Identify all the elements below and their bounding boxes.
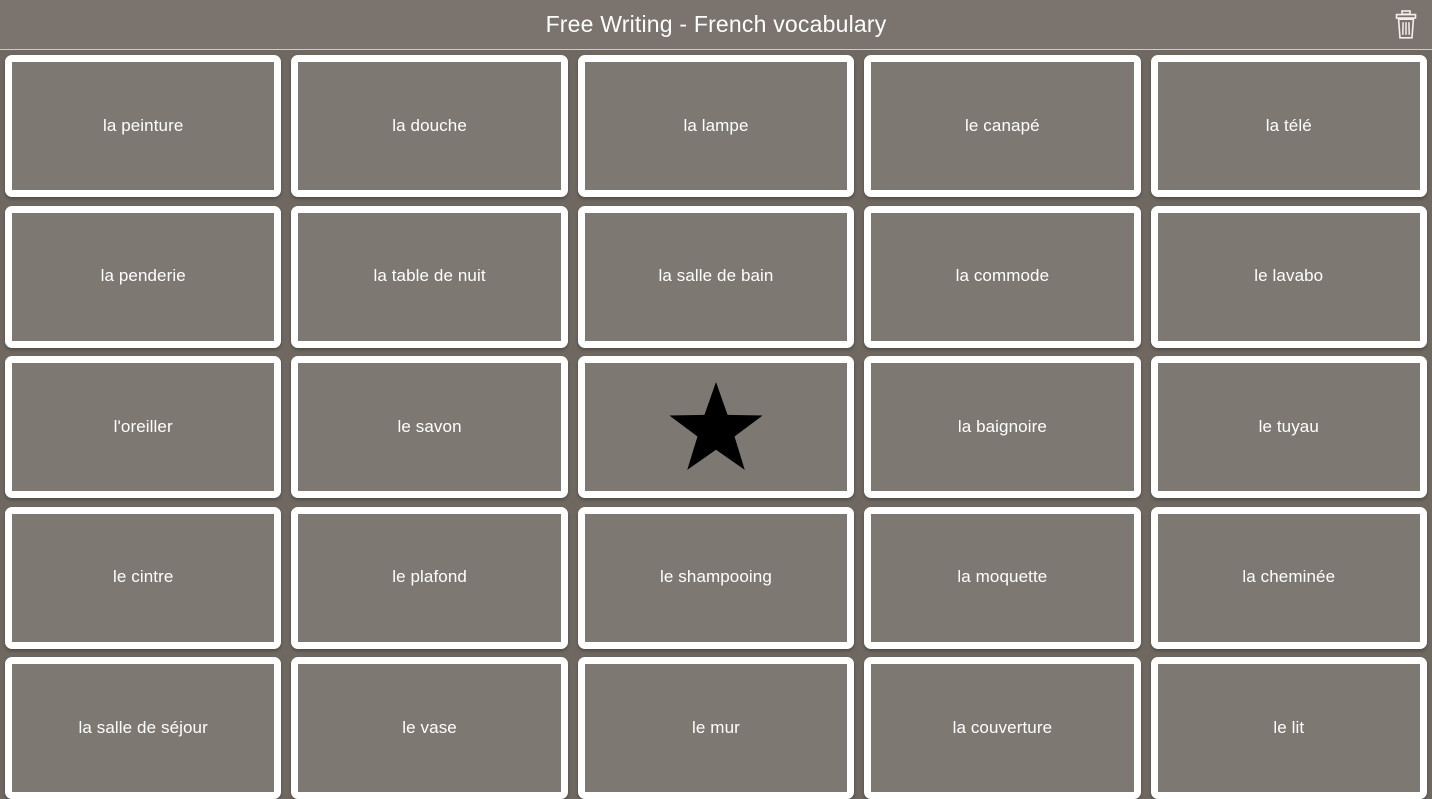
card-label: la commode [955, 266, 1050, 286]
card-cell: la penderie [0, 202, 286, 353]
card-label: la moquette [957, 567, 1048, 587]
trash-button[interactable] [1391, 8, 1421, 42]
card-label: le cintre [112, 567, 174, 587]
page-title: Free Writing - French vocabulary [545, 11, 887, 37]
card-label: le lavabo [1254, 266, 1324, 286]
card-label: la salle de séjour [78, 717, 208, 737]
card-cell: le tuyau [1146, 352, 1432, 503]
vocabulary-card[interactable]: le tuyau [1150, 356, 1427, 499]
card-label: le canapé [965, 115, 1040, 135]
card-cell: la peinture [0, 51, 286, 202]
card-cell: la douche [286, 51, 572, 202]
vocabulary-card[interactable]: le shampooing [577, 506, 855, 649]
card-cell: le shampooing [573, 503, 859, 654]
card-cell: le cintre [0, 503, 286, 654]
vocabulary-card[interactable]: le mur [577, 657, 855, 799]
card-cell: le plafond [286, 503, 572, 654]
trash-icon [1394, 9, 1418, 40]
card-label: le shampooing [660, 567, 772, 587]
card-cell: la salle de bain [573, 202, 859, 353]
card-cell: l'oreiller [0, 352, 286, 503]
star-icon [585, 363, 847, 491]
card-label: la télé [1265, 115, 1312, 135]
card-cell: le mur [573, 653, 859, 799]
card-cell: la commode [859, 202, 1145, 353]
card-cell: la moquette [859, 503, 1145, 654]
vocabulary-card-star[interactable] [577, 356, 855, 499]
card-cell: la couverture [859, 653, 1145, 799]
vocabulary-card[interactable]: la lampe [577, 55, 855, 198]
card-label: le plafond [392, 567, 467, 587]
card-cell: la salle de séjour [0, 653, 286, 799]
vocabulary-card[interactable]: le vase [291, 657, 568, 799]
vocabulary-card[interactable]: la peinture [5, 55, 282, 198]
card-label: la table de nuit [373, 266, 486, 286]
vocabulary-card[interactable]: le canapé [864, 55, 1141, 198]
card-cell: le lit [1146, 653, 1432, 799]
vocabulary-card[interactable]: le savon [291, 356, 568, 499]
vocabulary-card-grid: la peinture la douche la lampe le canapé la … [0, 51, 1432, 799]
card-label: la peinture [102, 115, 184, 135]
card-label: le tuyau [1258, 416, 1319, 436]
vocabulary-card[interactable]: le plafond [291, 506, 568, 649]
card-cell: le lavabo [1146, 202, 1432, 353]
card-label: la penderie [100, 266, 186, 286]
card-label: le mur [692, 717, 740, 737]
vocabulary-card[interactable]: l'oreiller [5, 356, 282, 499]
vocabulary-card[interactable]: la commode [864, 205, 1141, 348]
vocabulary-card[interactable]: le lit [1150, 657, 1427, 799]
vocabulary-card[interactable]: la cheminée [1150, 506, 1427, 649]
vocabulary-card[interactable]: la salle de séjour [5, 657, 282, 799]
vocabulary-card[interactable]: la moquette [864, 506, 1141, 649]
card-label: la douche [392, 115, 467, 135]
card-label: le savon [397, 416, 462, 436]
card-cell: le vase [286, 653, 572, 799]
card-cell: le savon [286, 352, 572, 503]
card-cell: la baignoire [859, 352, 1145, 503]
card-label: la salle de bain [658, 266, 774, 286]
card-label: la lampe [683, 115, 749, 135]
vocabulary-card[interactable]: la table de nuit [291, 205, 568, 348]
header-bar: Free Writing - French vocabulary [0, 0, 1432, 50]
vocabulary-card[interactable]: le lavabo [1150, 205, 1427, 348]
vocabulary-card[interactable]: la salle de bain [577, 205, 855, 348]
card-label: le lit [1273, 717, 1305, 737]
vocabulary-card[interactable]: la baignoire [864, 356, 1141, 499]
card-label: la cheminée [1242, 567, 1336, 587]
card-cell [573, 352, 859, 503]
card-cell: le canapé [859, 51, 1145, 202]
vocabulary-card[interactable]: la télé [1150, 55, 1427, 198]
card-cell: la lampe [573, 51, 859, 202]
vocabulary-card[interactable]: la couverture [864, 657, 1141, 799]
vocabulary-card[interactable]: le cintre [5, 506, 282, 649]
card-label: le vase [402, 717, 457, 737]
card-cell: la table de nuit [286, 202, 572, 353]
card-label: la baignoire [957, 416, 1047, 436]
card-label: l'oreiller [113, 416, 173, 436]
vocabulary-card[interactable]: la douche [291, 55, 568, 198]
app-window: Free Writing - French vocabulary la pein… [0, 0, 1432, 799]
card-label: la couverture [952, 717, 1053, 737]
card-cell: la cheminée [1146, 503, 1432, 654]
card-cell: la télé [1146, 51, 1432, 202]
vocabulary-card[interactable]: la penderie [5, 205, 282, 348]
